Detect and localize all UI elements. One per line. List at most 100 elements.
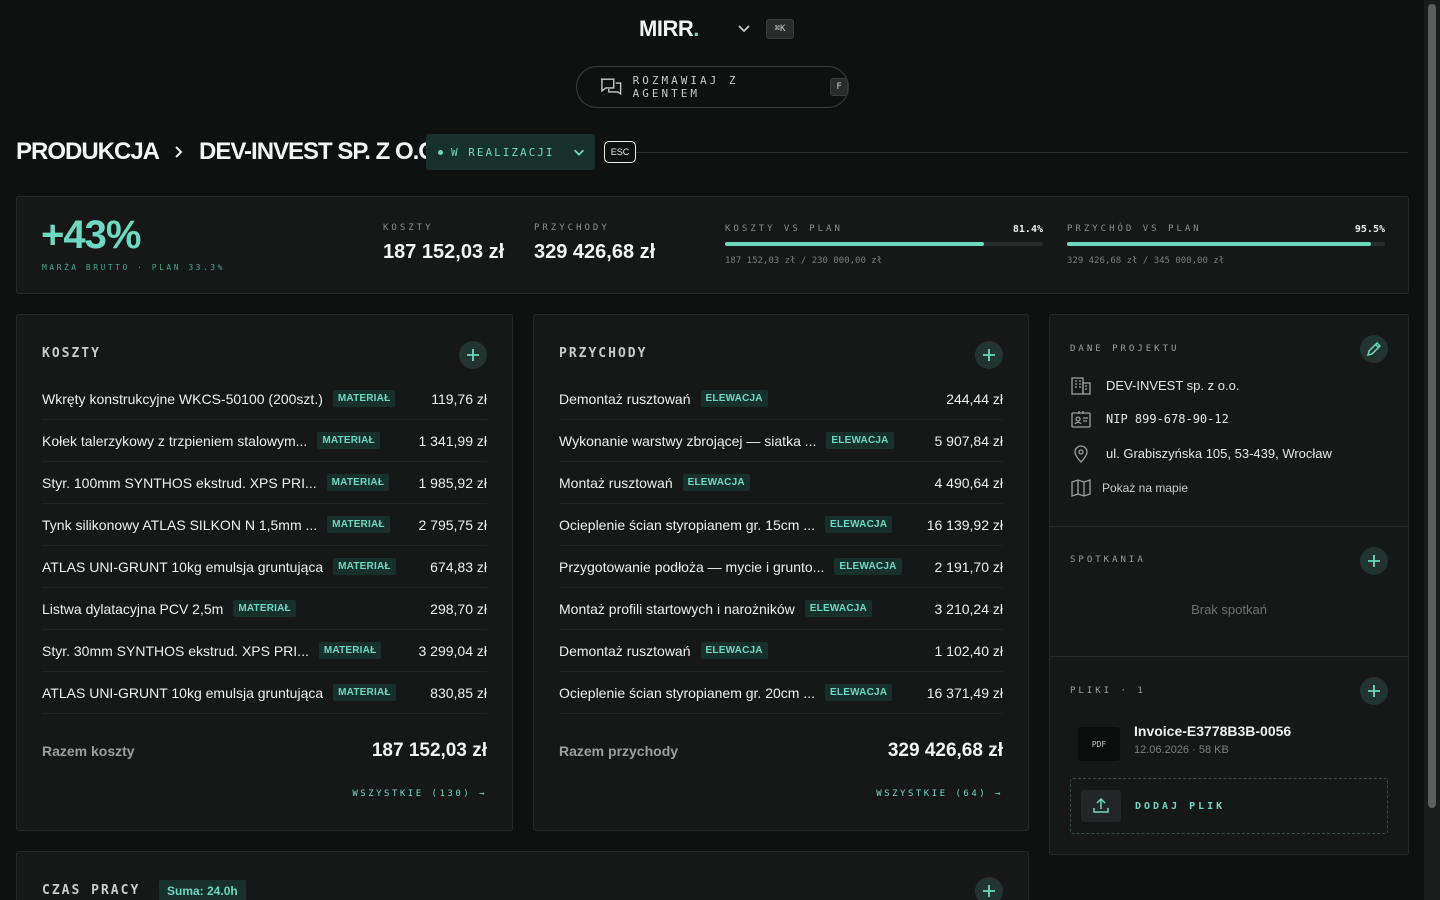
cost-vs-plan-fill bbox=[725, 242, 984, 246]
see-all-costs-link[interactable]: WSZYSTKIE (130) → bbox=[352, 789, 487, 799]
company-row: DEV-INVEST sp. z o.o. bbox=[1070, 375, 1239, 395]
item-amount: 244,44 zł bbox=[946, 390, 1003, 407]
address-value: ul. Grabiszyńska 105, 53-439, Wrocław bbox=[1106, 445, 1332, 461]
revenue-vs-plan: PRZYCHÓD VS PLAN 95.5% 329 426,68 zł / 3… bbox=[1067, 224, 1385, 266]
item-name: ATLAS UNI-GRUNT 10kg emulsja gruntująca bbox=[42, 558, 324, 575]
add-meeting-button[interactable] bbox=[1360, 547, 1388, 575]
revenue-total-value: 329 426,68 zł bbox=[887, 740, 1003, 761]
page-scrollbar[interactable] bbox=[1424, 0, 1440, 900]
list-item[interactable]: Kołek talerzykowy z trzpieniem stalowym.… bbox=[42, 420, 487, 462]
list-item[interactable]: Ocieplenie ścian styropianem gr. 15cm ..… bbox=[559, 504, 1003, 546]
add-revenue-button[interactable] bbox=[975, 341, 1003, 369]
mirr-logo[interactable]: MIRR. bbox=[639, 16, 699, 42]
files-title: PLIKI · 1 bbox=[1070, 686, 1146, 696]
show-on-map-link[interactable]: Pokaż na mapie bbox=[1070, 478, 1188, 498]
list-item[interactable]: Listwa dylatacyjna PCV 2,5m MATERIAŁ 298,7… bbox=[42, 588, 487, 630]
list-item[interactable]: ATLAS UNI-GRUNT 10kg emulsja gruntująca M… bbox=[42, 672, 487, 714]
breadcrumb-section[interactable]: PRODUKCJA bbox=[16, 138, 160, 166]
list-item[interactable]: Montaż rusztowań ELEWACJA 4 490,64 zł bbox=[559, 462, 1003, 504]
item-amount: 1 102,40 zł bbox=[934, 642, 1004, 659]
revenue-vs-plan-fill bbox=[1067, 242, 1371, 246]
add-worktime-button[interactable] bbox=[975, 877, 1003, 900]
cost-vs-plan-bar bbox=[725, 242, 1043, 246]
scrollbar-thumb[interactable] bbox=[1428, 4, 1436, 808]
chat-with-agent-button[interactable]: ROZMAWIAJ Z AGENTEM F bbox=[576, 66, 849, 108]
category-tag: MATERIAŁ bbox=[233, 600, 296, 617]
revenue-metric-label: PRZYCHODY bbox=[534, 223, 610, 233]
building-icon bbox=[1071, 377, 1091, 395]
revenue-list: Demontaż rusztowań ELEWACJA 244,44 zł Wykon… bbox=[559, 378, 1003, 714]
category-tag: ELEWACJA bbox=[826, 432, 894, 449]
status-dropdown[interactable]: W REALIZACJI bbox=[426, 134, 595, 170]
item-name: Listwa dylatacyjna PCV 2,5m bbox=[42, 600, 224, 617]
cost-vs-plan: KOSZTY VS PLAN 81.4% 187 152,03 zł / 230… bbox=[725, 224, 1043, 266]
item-name: Montaż rusztowań bbox=[559, 474, 673, 491]
file-meta: 12.06.2026 · 58 KB bbox=[1134, 744, 1229, 756]
item-amount: 830,85 zł bbox=[430, 684, 487, 701]
see-all-revenue-link[interactable]: WSZYSTKIE (64) → bbox=[876, 789, 1003, 799]
list-item[interactable]: Ocieplenie ścian styropianem gr. 20cm ..… bbox=[559, 672, 1003, 714]
item-name: Styr. 30mm SYNTHOS ekstrud. XPS PRI... bbox=[42, 642, 309, 659]
edit-project-button[interactable] bbox=[1360, 335, 1388, 363]
add-file-dropzone[interactable]: DODAJ PLIK bbox=[1070, 778, 1388, 834]
item-name: Montaż profili startowych i narożników bbox=[559, 600, 795, 617]
revenue-total-label: Razem przychody bbox=[559, 743, 679, 759]
worktime-panel: CZAS PRACY Suma: 24.0h bbox=[16, 851, 1029, 900]
status-label: W REALIZACJI bbox=[451, 145, 555, 159]
costs-panel-title: KOSZTY bbox=[42, 346, 101, 361]
category-tag: ELEWACJA bbox=[700, 642, 768, 659]
item-amount: 5 907,84 zł bbox=[934, 432, 1004, 449]
category-tag: ELEWACJA bbox=[825, 516, 893, 533]
header-divider bbox=[636, 152, 1408, 153]
list-item[interactable]: Tynk silikonowy ATLAS SILKON N 1,5mm ...… bbox=[42, 504, 487, 546]
id-card-icon bbox=[1071, 411, 1091, 428]
revenue-panel: PRZYCHODY Demontaż rusztowań ELEWACJA 244,… bbox=[533, 314, 1029, 831]
nip-row: NIP 899-678-90-12 bbox=[1070, 409, 1229, 429]
summary-card: +43% MARŻA BRUTTO · PLAN 33.3% KOSZTY 18… bbox=[16, 196, 1409, 294]
address-row: ul. Grabiszyńska 105, 53-439, Wrocław bbox=[1070, 443, 1332, 463]
item-amount: 674,83 zł bbox=[430, 558, 487, 575]
category-tag: ELEWACJA bbox=[700, 390, 768, 407]
list-item[interactable]: Demontaż rusztowań ELEWACJA 1 102,40 zł bbox=[559, 630, 1003, 672]
breadcrumb-project: DEV-INVEST SP. Z O.O. bbox=[199, 138, 443, 165]
list-item[interactable]: ATLAS UNI-GRUNT 10kg emulsja gruntująca M… bbox=[42, 546, 487, 588]
add-file-plus-button[interactable] bbox=[1360, 677, 1388, 705]
item-name: Przygotowanie podłoża — mycie i grunto..… bbox=[559, 558, 825, 575]
list-item[interactable]: Montaż profili startowych i narożników EL… bbox=[559, 588, 1003, 630]
item-amount: 1 985,92 zł bbox=[418, 474, 488, 491]
logo-text: MIRR bbox=[639, 16, 694, 41]
item-name: Demontaż rusztowań bbox=[559, 390, 691, 407]
costs-total-value: 187 152,03 zł bbox=[371, 740, 487, 761]
map-icon bbox=[1071, 479, 1091, 497]
list-item[interactable]: Styr. 30mm SYNTHOS ekstrud. XPS PRI... MA… bbox=[42, 630, 487, 672]
meetings-title: SPOTKANIA bbox=[1070, 555, 1146, 565]
list-item[interactable]: Przygotowanie podłoża — mycie i grunto..… bbox=[559, 546, 1003, 588]
show-on-map-label: Pokaż na mapie bbox=[1102, 481, 1189, 495]
item-name: Wkręty konstrukcyjne WKCS-50100 (200szt.… bbox=[42, 390, 323, 407]
gross-margin-value: +43% bbox=[41, 213, 141, 257]
revenue-vs-plan-detail: 329 426,68 zł / 345 000,00 zł bbox=[1067, 256, 1225, 266]
list-item[interactable]: Styr. 100mm SYNTHOS ekstrud. XPS PRI... M… bbox=[42, 462, 487, 504]
chevron-down-icon[interactable] bbox=[736, 20, 752, 36]
escape-key-button[interactable]: ESC bbox=[604, 141, 636, 163]
category-tag: MATERIAŁ bbox=[326, 474, 390, 491]
list-item[interactable]: Demontaż rusztowań ELEWACJA 244,44 zł bbox=[559, 378, 1003, 420]
company-name: DEV-INVEST sp. z o.o. bbox=[1106, 377, 1240, 393]
list-item[interactable]: Wykonanie warstwy zbrojącej — siatka ...… bbox=[559, 420, 1003, 462]
agent-button-label: ROZMAWIAJ Z AGENTEM bbox=[632, 74, 739, 100]
item-name: ATLAS UNI-GRUNT 10kg emulsja gruntująca bbox=[42, 684, 324, 701]
add-file-label: DODAJ PLIK bbox=[1135, 800, 1226, 812]
project-details-title: DANE PROJEKTU bbox=[1070, 344, 1180, 354]
category-tag: MATERIAŁ bbox=[318, 642, 382, 659]
revenue-total: Razem przychody 329 426,68 zł bbox=[559, 740, 1003, 762]
worktime-sum-badge: Suma: 24.0h bbox=[159, 880, 246, 900]
project-details-panel: DANE PROJEKTU DEV-INVEST sp. z o.o. NIP … bbox=[1049, 314, 1409, 855]
command-shortcut-key: ⌘K bbox=[766, 19, 794, 39]
item-amount: 3 210,24 zł bbox=[934, 600, 1004, 617]
item-amount: 119,76 zł bbox=[431, 390, 487, 407]
nip-value: NIP 899-678-90-12 bbox=[1106, 412, 1229, 426]
file-item[interactable]: PDF Invoice-E3778B3B-0056 12.06.2026 · 5… bbox=[1078, 723, 1291, 761]
add-cost-button[interactable] bbox=[459, 341, 487, 369]
list-item[interactable]: Wkręty konstrukcyjne WKCS-50100 (200szt.… bbox=[42, 378, 487, 420]
category-tag: ELEWACJA bbox=[682, 474, 750, 491]
